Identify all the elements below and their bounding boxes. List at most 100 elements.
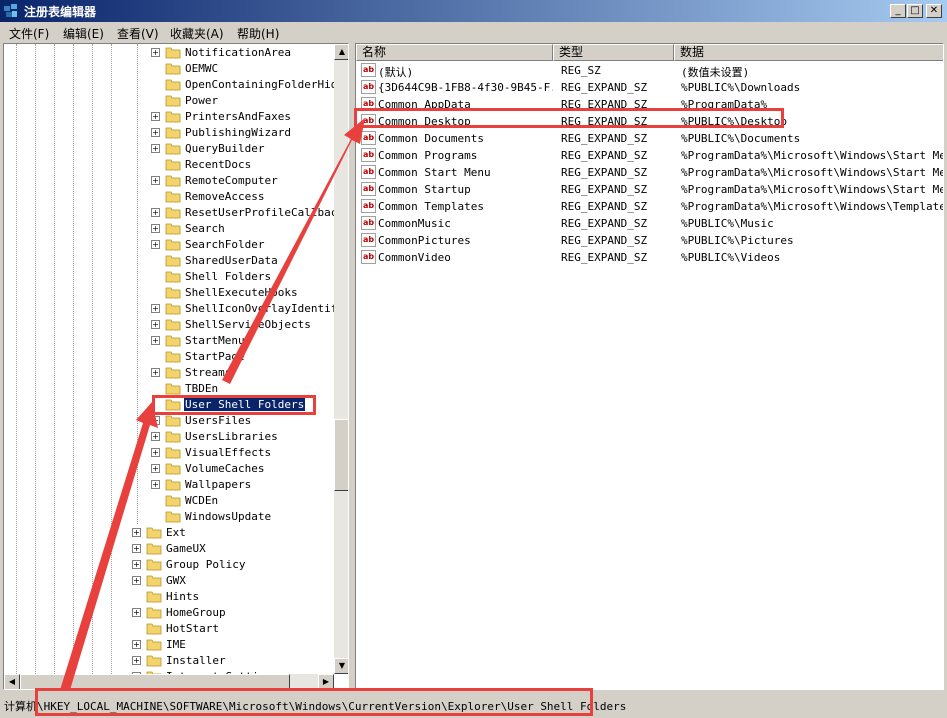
expand-toggle-icon[interactable]: + [132,608,141,617]
folder-icon [146,623,162,635]
status-bar: 计算机\HKEY_LOCAL_MACHINE\SOFTWARE\Microsof… [0,694,947,718]
value-data: %ProgramData%\Microsoft\Windows\Template… [681,200,943,213]
folder-icon [165,303,181,315]
expand-toggle-icon[interactable]: + [151,176,160,185]
expand-toggle-icon[interactable]: + [151,112,160,121]
menu-help[interactable]: 帮助(H) [237,25,279,42]
folder-icon [165,191,181,203]
value-row[interactable]: ab CommonPictures REG_EXPAND_SZ %PUBLIC%\Pi… [356,232,943,249]
menu-view[interactable]: 查看(V) [117,25,159,42]
folder-icon [146,575,162,587]
tree-item-label: RecentDocs [185,158,252,171]
folder-icon [165,351,181,363]
hscroll-thumb[interactable] [20,674,290,689]
expand-toggle-icon[interactable]: + [151,416,160,425]
expand-toggle-icon[interactable]: + [132,656,141,665]
tree-item-label: StartMenu [185,334,245,347]
menu-favorites[interactable]: 收藏夹(A) [170,25,224,42]
expand-toggle-icon[interactable]: + [151,48,160,57]
folder-icon [165,95,181,107]
scroll-right-button[interactable]: ▶ [318,674,334,689]
expand-toggle-icon[interactable]: + [151,320,160,329]
scroll-thumb[interactable] [334,419,348,491]
folder-icon [165,159,181,171]
tree-item-label: HotStart [166,622,219,635]
scroll-down-button[interactable]: ▼ [334,658,348,674]
value-type: REG_EXPAND_SZ [561,132,648,145]
expand-toggle-icon[interactable]: + [151,336,160,345]
value-name: Common AppData [378,98,471,111]
folder-icon [165,383,181,395]
value-row[interactable]: ab Common Start Menu REG_EXPAND_SZ %Program… [356,164,943,181]
menu-edit[interactable]: 编辑(E) [63,25,104,42]
value-row[interactable]: ab Common Templates REG_EXPAND_SZ %ProgramD… [356,198,943,215]
expand-toggle-icon[interactable]: + [132,576,141,585]
value-row[interactable]: ab (默认) REG_SZ (数值未设置) [356,62,943,79]
folder-icon [146,591,162,603]
tree-item-label: ResetUserProfileCallbacks [185,206,349,219]
expand-toggle-icon[interactable]: + [151,240,160,249]
expand-toggle-icon[interactable]: + [151,304,160,313]
tree-vertical-scrollbar[interactable]: ▲ ▼ [334,44,348,674]
column-data[interactable]: 数据 [674,44,943,61]
registry-key-tree[interactable]: + NotificationArea OEMWC OpenContainingFold… [3,43,349,690]
expand-toggle-icon[interactable]: + [132,544,141,553]
column-name[interactable]: 名称 [356,44,553,61]
tree-guide-line [73,44,74,674]
folder-icon [165,319,181,331]
tree-item-label: ShellExecuteHooks [185,286,298,299]
maximize-button[interactable]: □ [907,4,923,18]
expand-toggle-icon[interactable]: + [151,432,160,441]
value-row[interactable]: ab Common AppData REG_EXPAND_SZ %ProgramDat… [356,96,943,113]
folder-icon [165,335,181,347]
value-row[interactable]: ab Common Documents REG_EXPAND_SZ %PUBLIC%\… [356,130,943,147]
tree-guide-line [35,44,36,674]
value-name: Common Documents [378,132,484,145]
registry-values-list[interactable]: 名称 类型 数据 ab (默认) REG_SZ (数值未设置) ab {3D644C9B-… [355,43,944,690]
value-row[interactable]: ab Common Programs REG_EXPAND_SZ %ProgramDa… [356,147,943,164]
folder-icon [146,639,162,651]
tree-guide-line [92,44,93,674]
expand-toggle-icon[interactable]: + [151,464,160,473]
expand-toggle-icon[interactable]: + [151,144,160,153]
tree-horizontal-scrollbar[interactable]: ◀ ▶ [4,674,334,689]
string-value-icon: ab [361,182,376,196]
expand-toggle-icon[interactable]: + [132,528,141,537]
value-row[interactable]: ab CommonMusic REG_EXPAND_SZ %PUBLIC%\Music [356,215,943,232]
value-row[interactable]: ab {3D644C9B-1FB8-4f30-9B45-F... REG_EXPAN… [356,79,943,96]
value-row[interactable]: ab Common Startup REG_EXPAND_SZ %ProgramDat… [356,181,943,198]
expand-toggle-icon[interactable]: + [151,448,160,457]
expand-toggle-icon[interactable]: + [151,208,160,217]
value-data: %PUBLIC%\Documents [681,132,801,145]
tree-item-label: OEMWC [185,62,219,75]
value-row[interactable]: ab CommonVideo REG_EXPAND_SZ %PUBLIC%\Video… [356,249,943,266]
expand-toggle-icon[interactable]: + [151,128,160,137]
scroll-up-button[interactable]: ▲ [334,44,348,60]
expand-toggle-icon[interactable]: + [151,368,160,377]
folder-icon [146,559,162,571]
value-type: REG_EXPAND_SZ [561,200,648,213]
string-value-icon: ab [361,233,376,247]
expand-toggle-icon[interactable]: + [151,224,160,233]
tree-item-label: UsersFiles [185,414,252,427]
folder-icon [165,463,181,475]
minimize-button[interactable]: _ [890,4,906,18]
expand-toggle-icon[interactable]: + [132,640,141,649]
expand-toggle-icon[interactable]: + [151,480,160,489]
folder-icon [165,223,181,235]
close-button[interactable]: ✕ [926,4,942,18]
tree-item-label: Installer [166,654,226,667]
value-name: CommonMusic [378,217,451,230]
scroll-left-button[interactable]: ◀ [4,674,20,689]
value-name: Common Desktop [378,115,471,128]
folder-icon [165,271,181,283]
folder-icon [165,495,181,507]
column-type[interactable]: 类型 [553,44,674,61]
expand-toggle-icon[interactable]: + [132,560,141,569]
value-row[interactable]: ab Common Desktop REG_EXPAND_SZ %PUBLIC%\De… [356,113,943,130]
folder-icon [165,175,181,187]
string-value-icon: ab [361,165,376,179]
value-type: REG_EXPAND_SZ [561,183,648,196]
tree-item-label: NotificationArea [185,46,291,59]
menu-file[interactable]: 文件(F) [9,25,49,42]
